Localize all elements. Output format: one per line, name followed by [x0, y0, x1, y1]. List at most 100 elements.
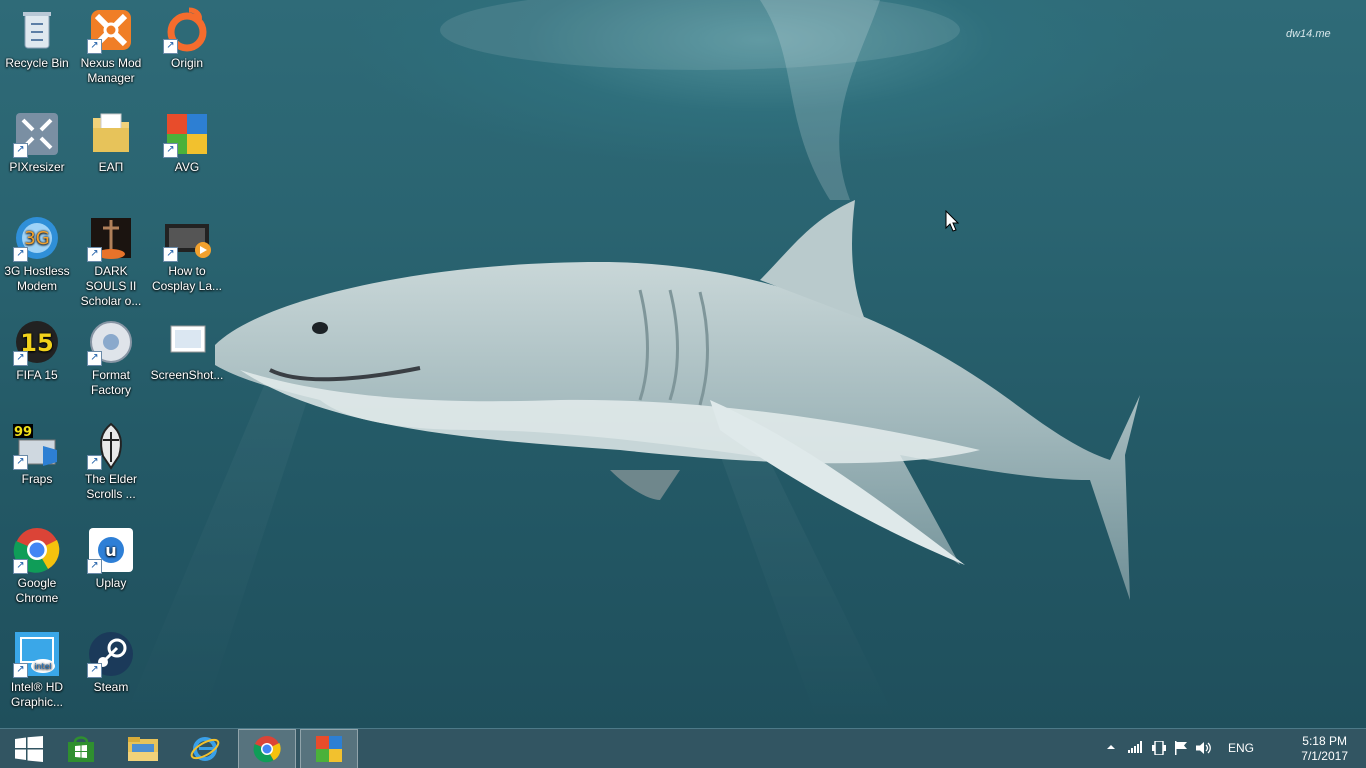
shortcut-arrow-icon: ↗	[13, 559, 28, 574]
shortcut-arrow-icon: ↗	[163, 143, 178, 158]
clock[interactable]: 5:18 PM 7/1/2017	[1301, 734, 1348, 764]
flag-icon	[1175, 741, 1187, 755]
desktop-icon-label: The Elder Scrolls ...	[84, 472, 138, 501]
uplay-icon: u ↗	[87, 526, 135, 574]
svg-text:3G: 3G	[24, 228, 49, 249]
svg-text:intel: intel	[34, 662, 52, 671]
desktop-icon-label: ΕΑΠ	[98, 160, 124, 174]
start-button[interactable]	[0, 729, 58, 768]
desktop-icon-label: Origin	[170, 56, 203, 70]
recycle-bin-icon	[13, 6, 61, 54]
skyrim-icon: ↗	[87, 422, 135, 470]
desktop-icon-label: AVG	[174, 160, 200, 174]
steam-icon: ↗	[87, 630, 135, 678]
folder-icon	[87, 110, 135, 158]
desktop-icon-video-file[interactable]: ↗ How to Cosplay La...	[150, 214, 224, 294]
desktop-icon-label: Nexus Mod Manager	[80, 56, 142, 85]
desktop-icon-folder[interactable]: ΕΑΠ	[74, 110, 148, 175]
taskbar-internet-explorer-button[interactable]	[176, 729, 234, 768]
desktop-icon-label: Uplay	[95, 576, 127, 590]
taskbar-store-button[interactable]	[52, 729, 110, 768]
taskbar-avg-button[interactable]	[300, 729, 358, 768]
shortcut-arrow-icon: ↗	[87, 663, 102, 678]
desktop-icon-label: PIXresizer	[9, 160, 65, 174]
desktop-icon-chrome[interactable]: ↗ Google Chrome	[0, 526, 74, 606]
desktop-icon-modem[interactable]: 3G ↗ 3G Hostless Modem	[0, 214, 74, 294]
network-signal-button[interactable]	[1128, 741, 1144, 756]
desktop-icon-uplay[interactable]: u ↗ Uplay	[74, 526, 148, 591]
desktop-icon-screenshot-file[interactable]: ScreenShot...	[150, 318, 224, 383]
svg-text:99: 99	[14, 425, 32, 440]
chrome-icon: ↗	[13, 526, 61, 574]
device-button[interactable]	[1152, 740, 1166, 758]
desktop-icon-label: Intel® HD Graphic...	[10, 680, 64, 709]
shortcut-arrow-icon: ↗	[87, 455, 102, 470]
desktop-icon-dark-souls[interactable]: ↗ DARK SOULS II Scholar o...	[74, 214, 148, 309]
modem-icon: 3G ↗	[13, 214, 61, 262]
desktop-icon-steam[interactable]: ↗ Steam	[74, 630, 148, 695]
fraps-icon: 99 ↗	[13, 422, 61, 470]
shortcut-arrow-icon: ↗	[13, 455, 28, 470]
action-center-button[interactable]	[1174, 741, 1188, 758]
volume-button[interactable]	[1196, 741, 1212, 758]
desktop-icon-label: DARK SOULS II Scholar o...	[80, 264, 142, 308]
avg-icon: ↗	[163, 110, 211, 158]
signal-bars-icon	[1128, 741, 1142, 753]
shortcut-arrow-icon: ↗	[87, 559, 102, 574]
pixresizer-icon: ↗	[13, 110, 61, 158]
format-factory-icon: ↗	[87, 318, 135, 366]
desktop-icon-label: Google Chrome	[15, 576, 59, 605]
desktop-icon-skyrim[interactable]: ↗ The Elder Scrolls ...	[74, 422, 148, 502]
show-hidden-icons-button[interactable]	[1106, 741, 1116, 755]
desktop-icon-recycle-bin[interactable]: Recycle Bin	[0, 6, 74, 71]
shortcut-arrow-icon: ↗	[163, 39, 178, 54]
desktop-icon-label: 3G Hostless Modem	[4, 264, 70, 293]
desktop-icon-label: Fraps	[21, 472, 53, 486]
wallpaper-watermark: dw14.me	[1286, 28, 1331, 40]
svg-text:u: u	[105, 541, 116, 560]
shortcut-arrow-icon: ↗	[13, 663, 28, 678]
mouse-cursor-icon	[945, 210, 959, 232]
shortcut-arrow-icon: ↗	[87, 351, 102, 366]
taskbar: ENG 5:18 PM 7/1/2017	[0, 728, 1366, 768]
desktop-icon-label: Steam	[93, 680, 129, 694]
taskbar-file-explorer-button[interactable]	[114, 729, 172, 768]
desktop-icon-origin[interactable]: ↗ Origin	[150, 6, 224, 71]
language-indicator[interactable]: ENG	[1228, 741, 1254, 755]
nexus-mod-manager-icon: ↗	[87, 6, 135, 54]
clock-time: 5:18 PM	[1302, 734, 1347, 748]
shortcut-arrow-icon: ↗	[13, 247, 28, 262]
video-file-icon: ↗	[163, 214, 211, 262]
fifa-icon: 15 ↗	[13, 318, 61, 366]
chrome-icon	[253, 736, 281, 763]
intel-graphics-icon: intel ↗	[13, 630, 61, 678]
desktop-icon-label: Format Factory	[90, 368, 131, 397]
chevron-up-icon	[1107, 745, 1115, 749]
shortcut-arrow-icon: ↗	[163, 247, 178, 262]
system-tray: ENG 5:18 PM 7/1/2017	[1106, 729, 1366, 768]
desktop-icon-label: Recycle Bin	[5, 56, 69, 70]
dark-souls-icon: ↗	[87, 214, 135, 262]
desktop-icon-avg[interactable]: ↗ AVG	[150, 110, 224, 175]
desktop-icon-label: How to Cosplay La...	[151, 264, 223, 293]
phone-device-icon	[1152, 740, 1166, 756]
desktop-icon-pixresizer[interactable]: ↗ PIXresizer	[0, 110, 74, 175]
internet-explorer-icon	[190, 737, 220, 761]
speaker-icon	[1196, 742, 1211, 754]
windows-start-icon	[15, 736, 43, 762]
shortcut-arrow-icon: ↗	[87, 247, 102, 262]
store-icon	[68, 736, 94, 762]
screenshot-file-icon	[163, 318, 211, 366]
file-explorer-icon	[128, 737, 158, 761]
shortcut-arrow-icon: ↗	[13, 351, 28, 366]
desktop-icon-format-factory[interactable]: ↗ Format Factory	[74, 318, 148, 398]
desktop-icon-label: ScreenShot...	[150, 368, 224, 382]
clock-date: 7/1/2017	[1301, 749, 1348, 763]
taskbar-chrome-button[interactable]	[238, 729, 296, 768]
desktop-icon-intel-graphics[interactable]: intel ↗ Intel® HD Graphic...	[0, 630, 74, 710]
desktop-icon-nexus-mod-manager[interactable]: ↗ Nexus Mod Manager	[74, 6, 148, 86]
desktop-icon-fraps[interactable]: 99 ↗ Fraps	[0, 422, 74, 487]
shortcut-arrow-icon: ↗	[13, 143, 28, 158]
desktop-icon-fifa[interactable]: 15 ↗ FIFA 15	[0, 318, 74, 383]
shortcut-arrow-icon: ↗	[87, 39, 102, 54]
